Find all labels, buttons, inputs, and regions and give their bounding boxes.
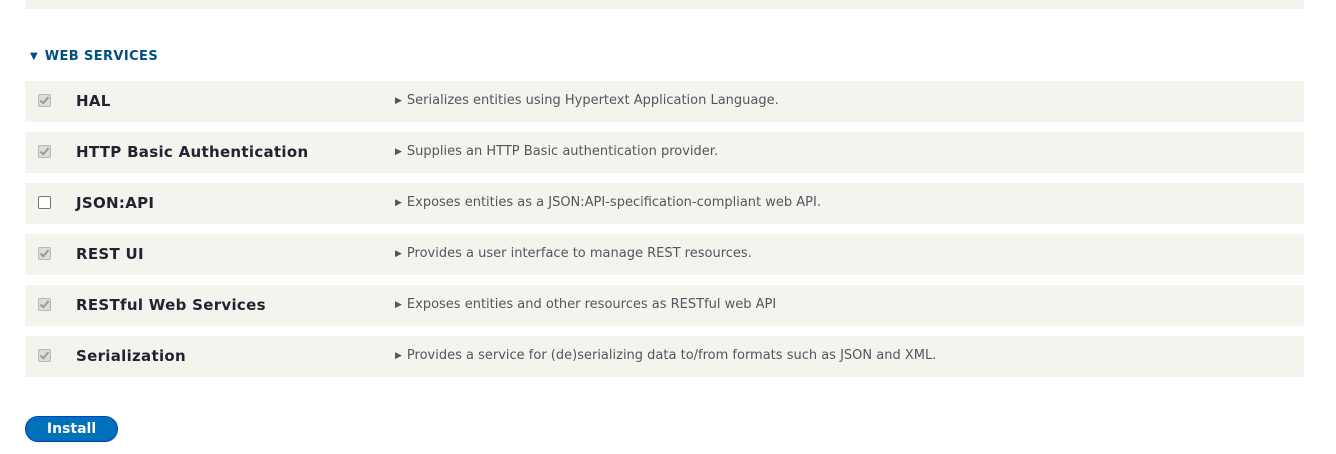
triangle-right-icon: ▶ — [395, 146, 402, 157]
section-title: WEB SERVICES — [44, 49, 159, 64]
module-name: REST UI — [76, 245, 144, 263]
restful-web-services-checkbox[interactable] — [38, 298, 51, 311]
module-row-http-basic-auth: HTTP Basic Authentication ▶ Supplies an … — [25, 132, 1304, 173]
module-row-hal: HAL ▶ Serializes entities using Hypertex… — [25, 81, 1304, 122]
triangle-right-icon: ▶ — [395, 248, 402, 259]
rest-ui-checkbox[interactable] — [38, 247, 51, 260]
web-services-section-toggle[interactable]: ▼ WEB SERVICES — [30, 49, 158, 64]
install-button[interactable]: Install — [25, 416, 118, 442]
module-description-toggle[interactable]: ▶ Exposes entities and other resources a… — [395, 297, 776, 312]
module-description-toggle[interactable]: ▶ Provides a user interface to manage RE… — [395, 246, 752, 261]
triangle-right-icon: ▶ — [395, 95, 402, 106]
module-name: HAL — [76, 92, 111, 110]
previous-section-bottom — [25, 0, 1304, 9]
module-row-restful-web-services: RESTful Web Services ▶ Exposes entities … — [25, 285, 1304, 326]
module-description: Exposes entities and other resources as … — [406, 297, 777, 312]
module-list: HAL ▶ Serializes entities using Hypertex… — [25, 81, 1304, 387]
module-row-serialization: Serialization ▶ Provides a service for (… — [25, 336, 1304, 377]
triangle-right-icon: ▶ — [395, 350, 402, 361]
hal-checkbox[interactable] — [38, 94, 51, 107]
module-description-toggle[interactable]: ▶ Provides a service for (de)serializing… — [395, 348, 936, 363]
module-description: Provides a service for (de)serializing d… — [406, 348, 937, 363]
module-name: Serialization — [76, 347, 186, 365]
module-name: JSON:API — [76, 194, 155, 212]
triangle-right-icon: ▶ — [395, 299, 402, 310]
module-description: Supplies an HTTP Basic authentication pr… — [406, 144, 719, 159]
serialization-checkbox[interactable] — [38, 349, 51, 362]
module-row-jsonapi: JSON:API ▶ Exposes entities as a JSON:AP… — [25, 183, 1304, 224]
module-name: HTTP Basic Authentication — [76, 143, 309, 161]
http-basic-auth-checkbox[interactable] — [38, 145, 51, 158]
module-name: RESTful Web Services — [76, 296, 266, 314]
module-description: Provides a user interface to manage REST… — [406, 246, 752, 261]
jsonapi-checkbox[interactable] — [38, 196, 51, 209]
module-row-rest-ui: REST UI ▶ Provides a user interface to m… — [25, 234, 1304, 275]
module-description-toggle[interactable]: ▶ Supplies an HTTP Basic authentication … — [395, 144, 718, 159]
module-description-toggle[interactable]: ▶ Serializes entities using Hypertext Ap… — [395, 93, 779, 108]
triangle-down-icon: ▼ — [30, 50, 38, 62]
module-description-toggle[interactable]: ▶ Exposes entities as a JSON:API-specifi… — [395, 195, 821, 210]
module-description: Serializes entities using Hypertext Appl… — [406, 93, 779, 108]
triangle-right-icon: ▶ — [395, 197, 402, 208]
module-description: Exposes entities as a JSON:API-specifica… — [406, 195, 821, 210]
